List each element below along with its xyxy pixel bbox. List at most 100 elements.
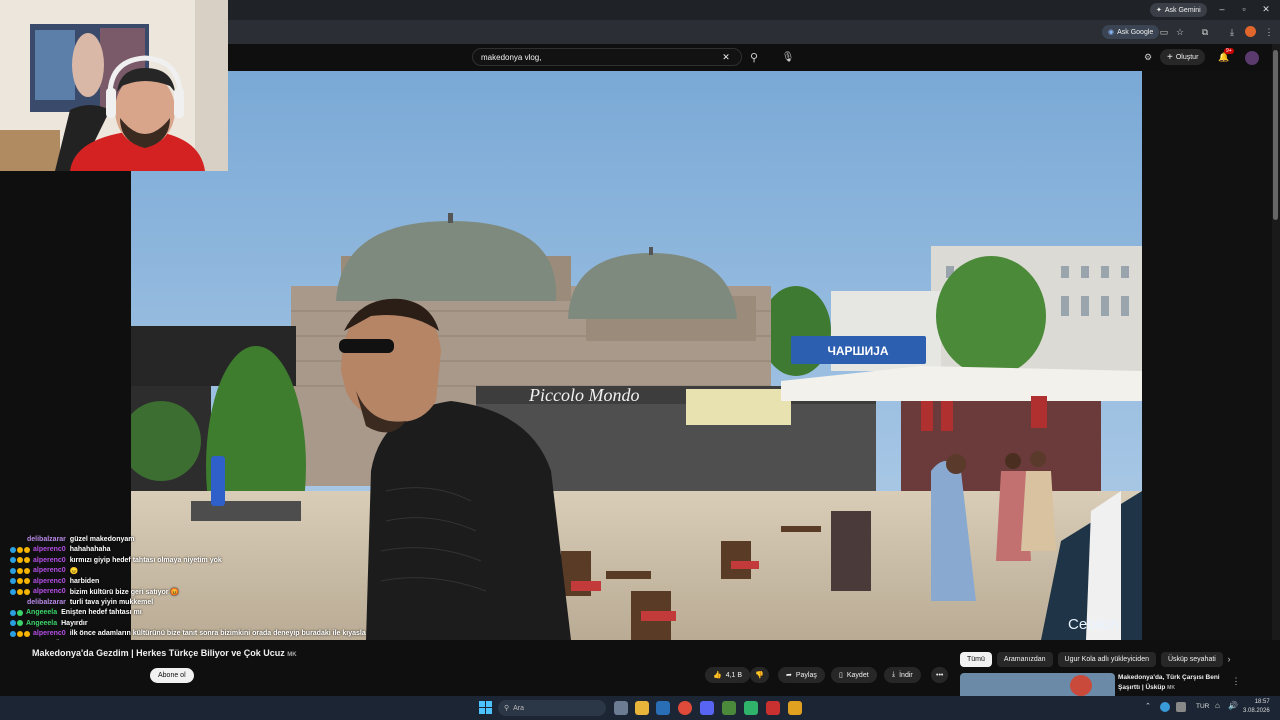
steam-icon[interactable] bbox=[656, 701, 670, 715]
chat-username: alperenc0 bbox=[33, 546, 66, 554]
chevron-right-icon[interactable]: › bbox=[1222, 652, 1236, 666]
chat-badges bbox=[10, 578, 30, 585]
right-side-panel bbox=[1142, 71, 1272, 640]
recommended-title-line2: Şaşırttı | Üsküp bbox=[1118, 684, 1166, 691]
chat-badge-icon bbox=[24, 557, 30, 564]
chat-badges bbox=[10, 609, 23, 616]
chat-badge-icon bbox=[24, 567, 30, 574]
video-title-text: Makedonya'da Gezdim | Herkes Türkçe Bili… bbox=[32, 648, 285, 658]
download-icon: ⤓ bbox=[892, 671, 896, 678]
webcam-image bbox=[0, 0, 228, 171]
chat-username: alperenc0 bbox=[33, 630, 66, 638]
chat-badges bbox=[10, 546, 30, 553]
taskbar-search[interactable]: ⚲ Ara bbox=[498, 700, 606, 716]
download-button[interactable]: ⤓ İndir bbox=[884, 667, 921, 683]
bookmark-star-icon[interactable]: ☆ bbox=[1173, 25, 1187, 39]
recommended-title[interactable]: Makedonya'da, Türk Çarşısı Beni Şaşırttı… bbox=[1118, 673, 1220, 693]
volume-icon[interactable]: 🔊 bbox=[1228, 701, 1238, 710]
chat-badges bbox=[10, 620, 23, 627]
chat-badge-icon bbox=[10, 546, 16, 553]
chat-message: alperenc0 ilk önce adamların kültürünü bi… bbox=[10, 629, 366, 640]
filter-chip[interactable]: Ugur Kola adlı yükleyiciden bbox=[1057, 652, 1156, 667]
chat-badge-icon bbox=[24, 630, 30, 637]
network-icon[interactable]: ⌂ bbox=[1215, 701, 1220, 710]
extensions-icon[interactable]: ⧉ bbox=[1198, 25, 1212, 39]
microphone-icon[interactable]: 🎙 bbox=[781, 50, 795, 64]
video-title: Makedonya'da Gezdim | Herkes Türkçe Bili… bbox=[32, 648, 297, 658]
filter-chip[interactable]: Üsküp seyahati bbox=[1160, 652, 1223, 667]
video-title-suffix: MK bbox=[287, 652, 297, 658]
chat-badge-icon bbox=[17, 546, 23, 553]
downloads-icon[interactable]: ⤓ bbox=[1225, 25, 1239, 39]
google-lens-icon: ◉ bbox=[1108, 29, 1115, 36]
close-window-button[interactable]: ✕ bbox=[1256, 4, 1276, 15]
browser-menu-icon[interactable]: ⋮ bbox=[1262, 25, 1276, 39]
chat-text: bizim kültürü bize geri satıyor 😡 bbox=[69, 588, 180, 596]
account-avatar[interactable] bbox=[1245, 51, 1259, 65]
chat-text: Enişten hedef tahtası mı bbox=[61, 609, 142, 617]
restore-button[interactable]: ▫ bbox=[1234, 4, 1254, 14]
filter-chip[interactable]: Tümü bbox=[960, 652, 992, 667]
tool-app-icon[interactable] bbox=[788, 701, 802, 715]
save-button[interactable]: ▯ Kaydet bbox=[831, 667, 877, 683]
chat-message: delibalzarar turli tava yiyin mukkemel bbox=[10, 597, 310, 608]
minimize-button[interactable]: – bbox=[1212, 4, 1232, 14]
ask-gemini-button[interactable]: ✦ Ask Gemini bbox=[1150, 3, 1207, 17]
tray-chevron-icon[interactable]: ⌃ bbox=[1145, 702, 1151, 710]
chat-username: delibalzarar bbox=[27, 598, 66, 606]
task-view-icon[interactable] bbox=[614, 701, 628, 715]
windows-taskbar: ⚲ Ara ⌃ TUR ⌂ 🔊 18:57 3.08.2026 bbox=[0, 696, 1280, 720]
filter-chip[interactable]: Aramanızdan bbox=[996, 652, 1053, 667]
search-input[interactable] bbox=[481, 52, 719, 62]
cast-icon[interactable]: ▭ bbox=[1157, 25, 1171, 39]
subscribe-button[interactable]: Abone ol bbox=[150, 668, 194, 683]
ask-google-button[interactable]: ◉ Ask Google bbox=[1102, 25, 1160, 39]
taskbar-search-placeholder: Ara bbox=[513, 704, 525, 712]
page-scrollbar-thumb[interactable] bbox=[1273, 50, 1278, 220]
webcam-overlay bbox=[0, 0, 228, 171]
save-label: Kaydet bbox=[846, 671, 869, 679]
chat-badge-icon bbox=[24, 588, 30, 595]
chat-text: hahahahaha bbox=[69, 546, 111, 554]
chat-badge-icon bbox=[10, 620, 16, 627]
windows-start-icon[interactable] bbox=[479, 701, 492, 714]
recommended-thumbnail[interactable] bbox=[960, 673, 1115, 696]
chat-username: Angeeela bbox=[26, 619, 58, 627]
chat-username: alperenc0 bbox=[33, 577, 66, 585]
profile-avatar[interactable] bbox=[1245, 26, 1256, 37]
cast-settings-icon[interactable]: ⚙ bbox=[1141, 50, 1155, 64]
share-label: Paylaş bbox=[795, 671, 817, 679]
like-button[interactable]: 👍 4,1 B bbox=[705, 667, 751, 683]
chat-text: kırmızı giyip hedef tahtası olmaya niyet… bbox=[69, 556, 222, 564]
search-icon[interactable]: ⚲ bbox=[747, 50, 761, 64]
chat-username: alperenc0 bbox=[33, 556, 66, 564]
search-box[interactable]: ✕ bbox=[472, 48, 742, 66]
share-button[interactable]: ➦ Paylaş bbox=[778, 667, 825, 683]
whatsapp-icon[interactable] bbox=[744, 701, 758, 715]
recommended-menu-icon[interactable]: ⋮ bbox=[1229, 674, 1243, 688]
clear-search-icon[interactable]: ✕ bbox=[719, 50, 733, 64]
chrome-icon[interactable] bbox=[678, 701, 692, 715]
chat-text: güzel makedonyam bbox=[69, 535, 135, 543]
discord-icon[interactable] bbox=[700, 701, 714, 715]
dislike-button[interactable]: 👎 bbox=[750, 667, 769, 683]
more-actions-button[interactable]: ••• bbox=[931, 667, 949, 683]
clock-time: 18:57 bbox=[1254, 699, 1270, 705]
tray-app-icon[interactable] bbox=[1160, 702, 1170, 712]
chat-message: alperenc0 hahahahaha bbox=[10, 545, 310, 556]
create-button[interactable]: + Oluştur bbox=[1160, 49, 1206, 65]
chat-badge-icon bbox=[17, 557, 23, 564]
chat-message: Angeeela Hayırdır bbox=[10, 618, 310, 629]
recommended-title-line1: Makedonya'da, Türk Çarşısı Beni bbox=[1118, 674, 1220, 681]
chat-badges bbox=[10, 588, 30, 595]
media-app-icon[interactable] bbox=[766, 701, 780, 715]
clock[interactable]: 18:57 3.08.2026 bbox=[1243, 698, 1270, 716]
tray-icon[interactable] bbox=[1176, 702, 1186, 712]
chat-badge-icon bbox=[17, 588, 23, 595]
language-indicator[interactable]: TUR bbox=[1196, 703, 1209, 710]
filter-chips: Tümü Aramanızdan Ugur Kola adlı yükleyicid… bbox=[960, 652, 1223, 667]
chat-message: delibalzarar güzel makedonyam bbox=[10, 534, 310, 545]
app-icon[interactable] bbox=[722, 701, 736, 715]
file-explorer-icon[interactable] bbox=[635, 701, 649, 715]
download-label: İndir bbox=[899, 671, 913, 679]
